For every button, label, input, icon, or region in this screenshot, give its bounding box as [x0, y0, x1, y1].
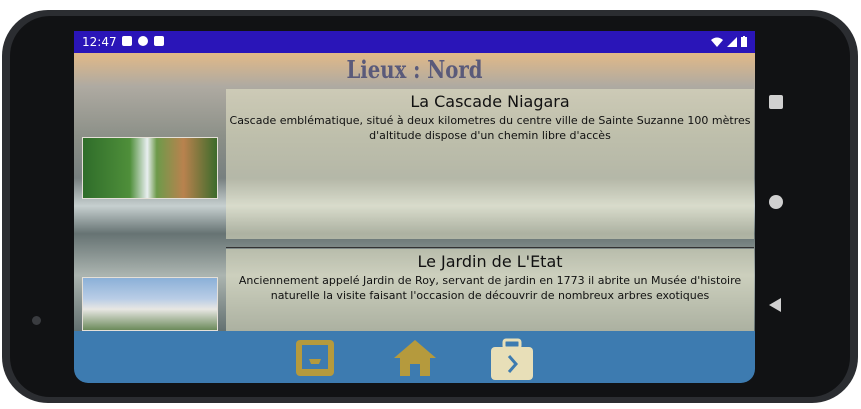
place-text: Le Jardin de L'Etat Anciennement appelé …	[226, 249, 754, 331]
place-text: La Cascade Niagara Cascade emblématique,…	[226, 89, 754, 239]
places-list: Lieux : Nord La Cascade Niagara Cascade …	[74, 53, 755, 331]
briefcase-forward-icon	[491, 338, 533, 380]
battery-icon	[741, 36, 747, 47]
inbox-tray-icon	[296, 340, 334, 376]
place-thumbnail-jardin	[82, 277, 218, 331]
home-button[interactable]	[392, 338, 436, 378]
status-bar: 12:47	[74, 31, 755, 53]
system-nav-buttons	[765, 95, 787, 325]
place-description-line: d'altitude dispose d'un chemin libre d'a…	[369, 129, 611, 142]
sd-card-icon	[154, 36, 164, 46]
place-description-line: naturelle la visite faisant l'occasion d…	[270, 289, 710, 302]
notification-p-icon	[138, 36, 148, 46]
app-screen: 12:47 Lieux : Nord La Cascade Niagara Ca…	[74, 31, 755, 383]
inbox-button[interactable]	[294, 338, 336, 378]
briefcase-button[interactable]	[489, 338, 533, 380]
place-description: Cascade emblématique, situé à deux kilom…	[226, 111, 754, 143]
signal-icon	[727, 36, 737, 47]
recents-button[interactable]	[769, 95, 783, 109]
notification-a-icon	[122, 36, 132, 46]
card-divider	[226, 247, 754, 248]
bottom-navigation	[74, 331, 755, 383]
back-button[interactable]	[769, 298, 781, 312]
place-description-line: Cascade emblématique, situé à deux kilom…	[229, 114, 751, 127]
place-title: La Cascade Niagara	[410, 92, 570, 111]
place-description-line: Anciennement appelé Jardin de Roy, serva…	[238, 274, 742, 287]
status-notification-icons	[122, 36, 164, 46]
place-thumbnail-cascade	[82, 137, 218, 199]
home-icon	[394, 340, 436, 376]
place-description: Anciennement appelé Jardin de Roy, serva…	[226, 271, 754, 303]
page-title: Lieux : Nord	[346, 55, 483, 84]
front-camera	[32, 316, 41, 325]
status-time: 12:47	[82, 35, 117, 49]
status-system-icons	[711, 36, 747, 47]
home-system-button[interactable]	[769, 195, 783, 209]
place-title: Le Jardin de L'Etat	[417, 252, 563, 271]
wifi-icon	[711, 37, 723, 47]
